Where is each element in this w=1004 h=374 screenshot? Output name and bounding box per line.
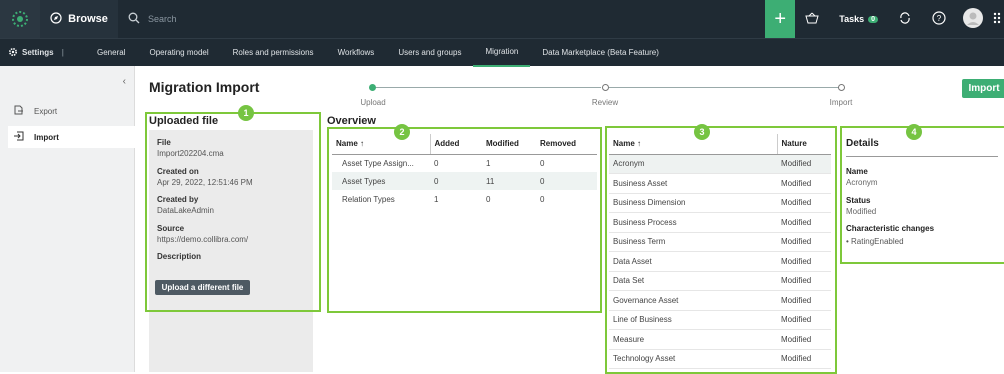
sidebar-item-import[interactable]: Import xyxy=(8,126,135,148)
user-menu-button[interactable] xyxy=(956,0,990,38)
browse-label: Browse xyxy=(68,13,108,25)
refresh-icon xyxy=(899,12,911,26)
step-connector xyxy=(373,87,601,88)
help-icon: ? xyxy=(932,11,946,27)
tasks-label: Tasks xyxy=(839,14,865,24)
subnav-roles-and-permissions[interactable]: Roles and permissions xyxy=(221,39,326,67)
search-placeholder: Search xyxy=(148,14,177,24)
avatar xyxy=(963,8,983,30)
tasks-count-badge: 0 xyxy=(868,15,878,23)
top-bar: Browse Search + Tasks 0 ? xyxy=(0,0,1004,38)
collibra-logo[interactable] xyxy=(0,0,40,38)
gear-icon xyxy=(8,47,18,59)
step-connector xyxy=(609,87,839,88)
subnav-operating-model[interactable]: Operating model xyxy=(137,39,220,67)
divider: | xyxy=(61,48,64,57)
sidebar-item-label: Export xyxy=(34,106,58,116)
highlight-box-3 xyxy=(605,126,837,374)
import-stepper: Upload Review Import xyxy=(360,84,852,108)
callout-badge-1: 1 xyxy=(238,105,254,121)
sidebar-item-label: Import xyxy=(34,132,59,142)
grid-icon xyxy=(993,12,1001,26)
search-icon xyxy=(128,12,140,26)
step-label-import: Import xyxy=(829,98,853,107)
svg-text:?: ? xyxy=(937,14,942,23)
step-label-upload: Upload xyxy=(360,98,386,107)
callout-badge-2: 2 xyxy=(394,124,410,140)
export-icon xyxy=(14,105,24,117)
settings-label: Settings xyxy=(22,48,54,57)
page-title: Migration Import xyxy=(149,79,260,95)
apps-button[interactable] xyxy=(990,0,1004,38)
collapse-sidebar-icon[interactable]: ‹ xyxy=(123,76,126,87)
basket-button[interactable] xyxy=(795,0,829,38)
migration-sidebar: ‹ Export Import xyxy=(0,66,135,372)
settings-subnav: Settings | General Operating model Roles… xyxy=(0,38,1004,67)
browse-button[interactable]: Browse xyxy=(40,0,118,38)
subnav-migration[interactable]: Migration xyxy=(473,39,531,67)
basket-icon xyxy=(805,12,819,26)
import-button[interactable]: Import xyxy=(962,79,1004,98)
highlight-box-1 xyxy=(145,112,321,312)
sidebar-item-export[interactable]: Export xyxy=(8,100,135,122)
highlight-box-4 xyxy=(840,126,1004,264)
callout-badge-4: 4 xyxy=(906,124,922,140)
subnav-users-and-groups[interactable]: Users and groups xyxy=(386,39,473,67)
settings-title: Settings | xyxy=(0,47,85,59)
subnav-workflows[interactable]: Workflows xyxy=(326,39,387,67)
activity-button[interactable] xyxy=(888,0,922,38)
step-dot-import xyxy=(838,84,845,91)
tasks-button[interactable]: Tasks 0 xyxy=(829,0,888,38)
step-dot-review xyxy=(602,84,609,91)
import-icon xyxy=(14,131,24,143)
plus-icon: + xyxy=(774,7,787,30)
create-button[interactable]: + xyxy=(765,0,796,38)
highlight-box-2 xyxy=(327,127,602,313)
subnav-general[interactable]: General xyxy=(85,39,137,67)
callout-badge-3: 3 xyxy=(694,124,710,140)
step-label-review: Review xyxy=(591,98,619,107)
overview-title: Overview xyxy=(327,115,376,127)
compass-icon xyxy=(50,11,62,27)
subnav-data-marketplace[interactable]: Data Marketplace (Beta Feature) xyxy=(530,39,671,67)
step-dot-upload xyxy=(369,84,376,91)
help-button[interactable]: ? xyxy=(922,0,956,38)
search-bar[interactable]: Search xyxy=(118,12,765,26)
